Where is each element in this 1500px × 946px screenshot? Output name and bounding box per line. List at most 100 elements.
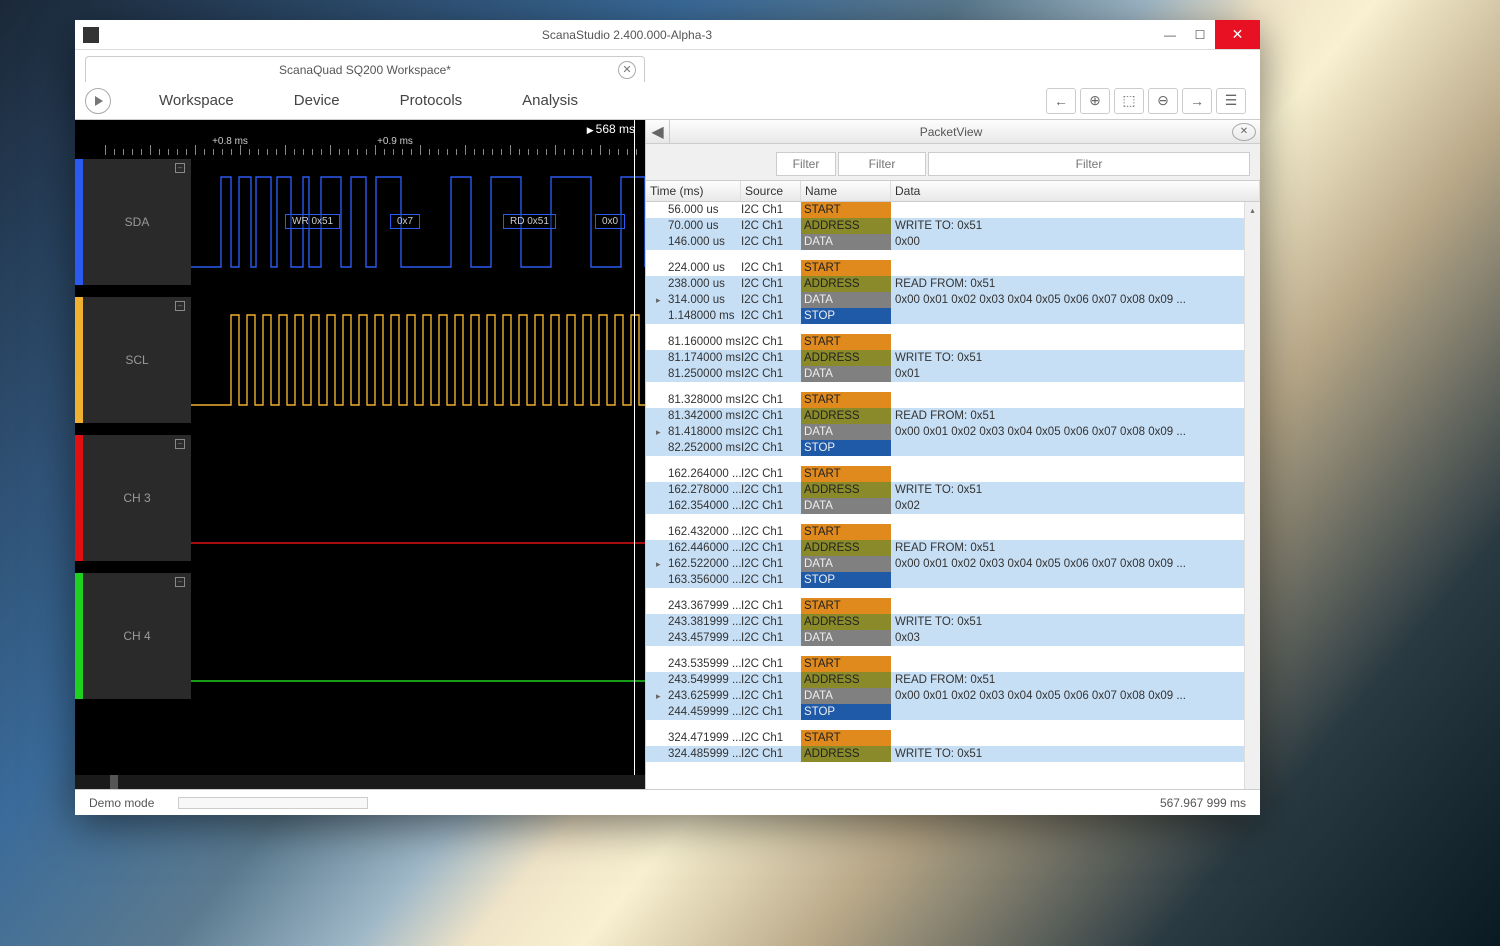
- packetview-title: PacketView: [670, 125, 1232, 139]
- packet-row[interactable]: 81.328000 msI2C Ch1START: [646, 392, 1260, 408]
- waveform-panel[interactable]: 568 ms +0.8 ms+0.9 ms SDA– WR 0x51 0x7 RD 0…: [75, 120, 645, 789]
- packetview-back-button[interactable]: ◀: [646, 120, 670, 143]
- packet-row[interactable]: 81.174000 msI2C Ch1ADDRESSWRITE TO: 0x51: [646, 350, 1260, 366]
- channel-collapse-icon[interactable]: –: [175, 163, 185, 173]
- packet-row[interactable]: 162.432000 ...I2C Ch1START: [646, 524, 1260, 540]
- menu-protocols[interactable]: Protocols: [370, 92, 493, 109]
- packet-row[interactable]: 81.342000 msI2C Ch1ADDRESSREAD FROM: 0x5…: [646, 408, 1260, 424]
- filter-data-input[interactable]: [928, 152, 1250, 176]
- decode-annotation[interactable]: WR 0x51: [285, 214, 340, 229]
- packet-row[interactable]: 162.446000 ...I2C Ch1ADDRESSREAD FROM: 0…: [646, 540, 1260, 556]
- col-name[interactable]: Name: [801, 181, 891, 201]
- packet-row[interactable]: 324.485999 ...I2C Ch1ADDRESSWRITE TO: 0x…: [646, 746, 1260, 762]
- maximize-button[interactable]: ☐: [1185, 20, 1215, 49]
- channel-ch4[interactable]: CH 4–: [75, 573, 645, 699]
- packet-row[interactable]: 238.000 usI2C Ch1ADDRESSREAD FROM: 0x51: [646, 276, 1260, 292]
- titlebar[interactable]: ScanaStudio 2.400.000-Alpha-3 — ☐ ✕: [75, 20, 1260, 50]
- scroll-up-icon[interactable]: ▴: [1245, 202, 1260, 218]
- packet-row[interactable]: 162.264000 ...I2C Ch1START: [646, 466, 1260, 482]
- close-button[interactable]: ✕: [1215, 20, 1260, 49]
- time-cursor[interactable]: [634, 120, 635, 775]
- decode-annotation[interactable]: 0x0: [595, 214, 625, 229]
- channel-ch3[interactable]: CH 3–: [75, 435, 645, 561]
- col-source[interactable]: Source: [741, 181, 801, 201]
- packet-row[interactable]: 56.000 usI2C Ch1START: [646, 202, 1260, 218]
- channel-label[interactable]: SCL–: [83, 297, 191, 423]
- cell-data: [891, 656, 1260, 672]
- packet-row[interactable]: 82.252000 msI2C Ch1STOP: [646, 440, 1260, 456]
- channel-collapse-icon[interactable]: –: [175, 301, 185, 311]
- packet-row[interactable]: 1.148000 msI2C Ch1STOP: [646, 308, 1260, 324]
- col-data[interactable]: Data: [891, 181, 1260, 201]
- settings-button[interactable]: ☰: [1216, 88, 1246, 114]
- waveform-scrollbar[interactable]: [75, 775, 645, 789]
- workspace-tab[interactable]: ScanaQuad SQ200 Workspace* ✕: [85, 56, 645, 82]
- time-ruler[interactable]: 568 ms +0.8 ms+0.9 ms: [75, 120, 645, 155]
- cell-name: STOP: [801, 704, 891, 720]
- channel-sda[interactable]: SDA– WR 0x51 0x7 RD 0x51 0x0: [75, 159, 645, 285]
- packet-row[interactable]: 244.459999 ...I2C Ch1STOP: [646, 704, 1260, 720]
- minimize-button[interactable]: —: [1155, 20, 1185, 49]
- channel-waveform[interactable]: [191, 297, 645, 423]
- channel-waveform[interactable]: WR 0x51 0x7 RD 0x51 0x0: [191, 159, 645, 285]
- cell-data: [891, 334, 1260, 350]
- packet-row[interactable]: 81.250000 msI2C Ch1DATA0x01: [646, 366, 1260, 382]
- status-mode: Demo mode: [89, 796, 154, 810]
- channel-waveform[interactable]: [191, 573, 645, 699]
- decode-annotation[interactable]: 0x7: [390, 214, 420, 229]
- nav-back-button[interactable]: ←: [1046, 88, 1076, 114]
- packet-row[interactable]: 243.367999 ...I2C Ch1START: [646, 598, 1260, 614]
- packet-row[interactable]: 81.418000 msI2C Ch1DATA0x00 0x01 0x02 0x…: [646, 424, 1260, 440]
- channel-waveform[interactable]: [191, 435, 645, 561]
- filter-source-input[interactable]: [776, 152, 836, 176]
- channel-collapse-icon[interactable]: –: [175, 439, 185, 449]
- channel-label[interactable]: CH 3–: [83, 435, 191, 561]
- zoom-in-button[interactable]: ⊕: [1080, 88, 1110, 114]
- decode-annotation[interactable]: RD 0x51: [503, 214, 556, 229]
- window-title: ScanaStudio 2.400.000-Alpha-3: [99, 28, 1155, 42]
- packet-row[interactable]: 162.278000 ...I2C Ch1ADDRESSWRITE TO: 0x…: [646, 482, 1260, 498]
- packet-row[interactable]: 243.381999 ...I2C Ch1ADDRESSWRITE TO: 0x…: [646, 614, 1260, 630]
- packet-row[interactable]: 314.000 usI2C Ch1DATA0x00 0x01 0x02 0x03…: [646, 292, 1260, 308]
- packet-row[interactable]: 243.625999 ...I2C Ch1DATA0x00 0x01 0x02 …: [646, 688, 1260, 704]
- packet-grid-body[interactable]: ▴ 56.000 usI2C Ch1START70.000 usI2C Ch1A…: [646, 202, 1260, 789]
- cell-data: [891, 704, 1260, 720]
- channel-label[interactable]: SDA–: [83, 159, 191, 285]
- packet-row[interactable]: 243.549999 ...I2C Ch1ADDRESSREAD FROM: 0…: [646, 672, 1260, 688]
- menu-analysis[interactable]: Analysis: [492, 92, 608, 109]
- cell-data: 0x00: [891, 234, 1260, 250]
- channel-color-stripe: [75, 573, 83, 699]
- filter-name-input[interactable]: [838, 152, 926, 176]
- cell-data: 0x00 0x01 0x02 0x03 0x04 0x05 0x06 0x07 …: [891, 556, 1260, 572]
- packet-row[interactable]: 162.354000 ...I2C Ch1DATA0x02: [646, 498, 1260, 514]
- packet-row[interactable]: 224.000 usI2C Ch1START: [646, 260, 1260, 276]
- run-capture-button[interactable]: [85, 88, 111, 114]
- nav-forward-button[interactable]: →: [1182, 88, 1212, 114]
- cell-data: WRITE TO: 0x51: [891, 218, 1260, 234]
- packet-scrollbar[interactable]: ▴: [1244, 202, 1260, 789]
- cell-data: 0x01: [891, 366, 1260, 382]
- packet-row[interactable]: 163.356000 ...I2C Ch1STOP: [646, 572, 1260, 588]
- cell-data: [891, 730, 1260, 746]
- packetview-close-button[interactable]: ✕: [1232, 123, 1256, 141]
- channel-scl[interactable]: SCL–: [75, 297, 645, 423]
- menu-device[interactable]: Device: [264, 92, 370, 109]
- fit-screen-button[interactable]: ⬚: [1114, 88, 1144, 114]
- channel-collapse-icon[interactable]: –: [175, 577, 185, 587]
- col-time[interactable]: Time (ms): [646, 181, 741, 201]
- packet-row[interactable]: 70.000 usI2C Ch1ADDRESSWRITE TO: 0x51: [646, 218, 1260, 234]
- cell-name: START: [801, 598, 891, 614]
- menu-workspace[interactable]: Workspace: [129, 92, 264, 109]
- waveform-scroll-thumb[interactable]: [110, 775, 118, 789]
- cell-data: [891, 466, 1260, 482]
- packet-row[interactable]: 243.457999 ...I2C Ch1DATA0x03: [646, 630, 1260, 646]
- channel-label[interactable]: CH 4–: [83, 573, 191, 699]
- packet-row[interactable]: 324.471999 ...I2C Ch1START: [646, 730, 1260, 746]
- packet-row[interactable]: 243.535999 ...I2C Ch1START: [646, 656, 1260, 672]
- packet-row[interactable]: 162.522000 ...I2C Ch1DATA0x00 0x01 0x02 …: [646, 556, 1260, 572]
- zoom-out-button[interactable]: ⊖: [1148, 88, 1178, 114]
- packet-row[interactable]: 146.000 usI2C Ch1DATA0x00: [646, 234, 1260, 250]
- cell-source: I2C Ch1: [741, 408, 801, 424]
- tab-close-icon[interactable]: ✕: [618, 61, 636, 79]
- packet-row[interactable]: 81.160000 msI2C Ch1START: [646, 334, 1260, 350]
